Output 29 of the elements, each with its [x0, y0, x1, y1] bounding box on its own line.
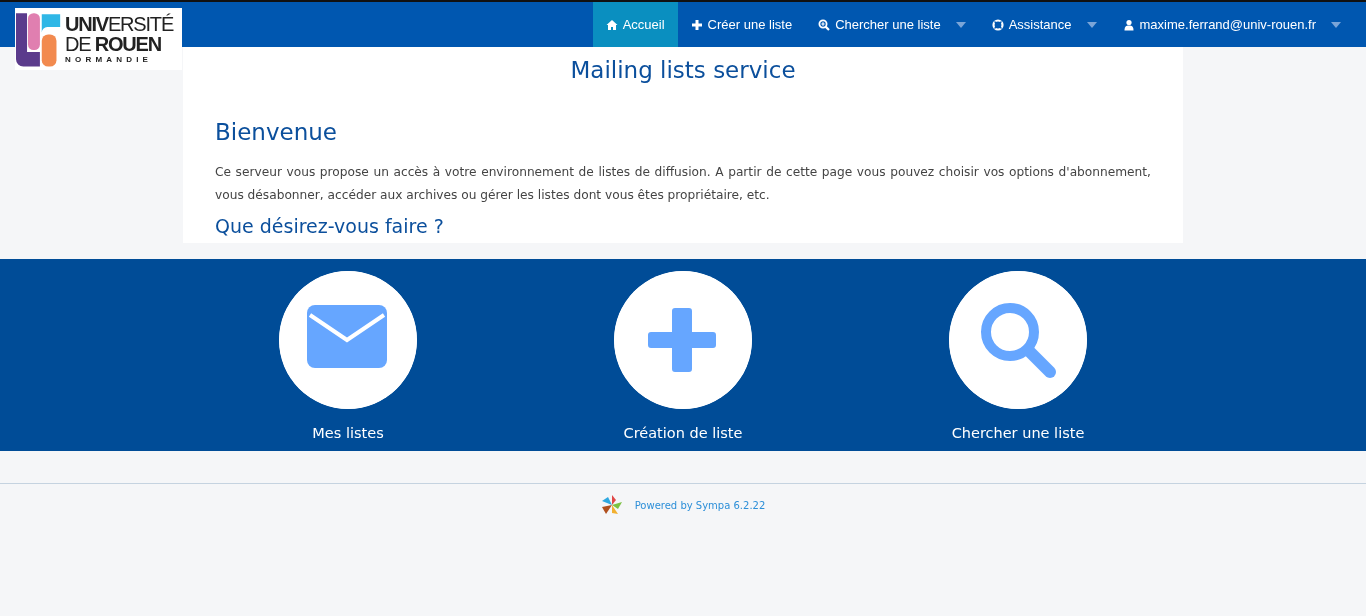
logo-text: DE ROUEN: [65, 34, 162, 54]
nav-item[interactable]: Chercher une liste: [805, 2, 979, 47]
page-title: Mailing lists service: [569, 57, 797, 83]
action-circle[interactable]: [614, 271, 752, 409]
university-logo[interactable]: UNIVERSITÉ DE ROUEN NORMANDIE: [15, 8, 182, 70]
logo-subtitle: NORMANDIE: [65, 56, 154, 64]
envelope-icon: [307, 305, 387, 368]
action-circle[interactable]: [949, 271, 1087, 409]
plus-icon: [690, 18, 703, 31]
intro-paragraph: Ce serveur vous propose un accès à votre environnement de listes de diffusion. A partir de cette page vous pouvez choisir vos options d'abonnement, vous désabonner, accéder aux archives ou gérer les listes dont vous êtes propriétaire, etc.: [215, 164, 1151, 204]
nav-item[interactable]: maxime.ferrand@univ-rouen.fr: [1109, 2, 1354, 47]
action-label[interactable]: Mes listes: [312, 425, 384, 441]
plus-icon: [648, 308, 716, 372]
nav-item[interactable]: Accueil: [592, 2, 678, 47]
heading: Bienvenue: [215, 119, 338, 145]
home-icon: [605, 18, 618, 31]
logo-text: UNIVERSITÉ: [65, 14, 174, 34]
star-logo-icon: [600, 494, 623, 516]
nav-item[interactable]: Créer une liste: [677, 2, 806, 47]
lifebuoy-icon: [991, 18, 1004, 31]
search-icon: [981, 303, 1056, 378]
nav-item[interactable]: Assistance: [978, 2, 1110, 47]
action-label[interactable]: Chercher une liste: [951, 425, 1085, 441]
user-icon: [1122, 18, 1135, 31]
subheading: Que désirez-vous faire ?: [215, 215, 445, 237]
zoom-in-icon: [818, 18, 831, 31]
action-circle[interactable]: [279, 271, 417, 409]
action-label[interactable]: Création de liste: [623, 425, 743, 441]
logo-mark-icon: [16, 10, 62, 68]
